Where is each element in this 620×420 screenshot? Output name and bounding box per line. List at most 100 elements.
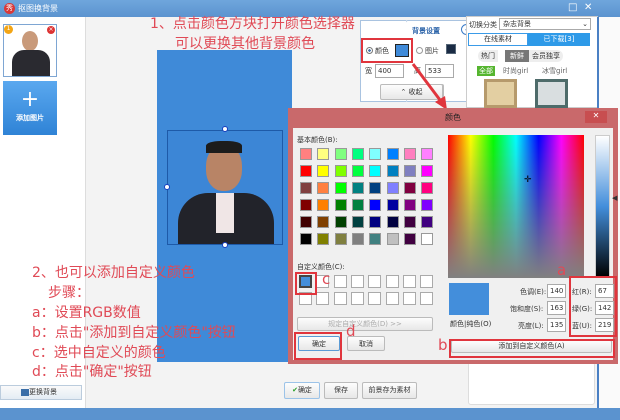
filter-all[interactable]: 全部 — [477, 66, 495, 76]
define-custom-button[interactable]: 规定自定义颜色(D) >> — [297, 317, 433, 331]
picture-icon[interactable] — [446, 44, 456, 54]
basic-color-swatch[interactable] — [386, 182, 399, 194]
subtab-hot[interactable]: 热门 — [478, 50, 498, 62]
basic-color-swatch[interactable] — [386, 233, 399, 245]
confirm-button[interactable]: ✔确定 — [284, 382, 320, 399]
foreground-photo[interactable] — [167, 130, 283, 245]
custom-color-swatch[interactable] — [350, 275, 364, 288]
custom-color-swatch[interactable] — [420, 292, 434, 305]
luminance-slider[interactable] — [595, 135, 610, 278]
image-thumbnail[interactable]: 1 × — [3, 24, 57, 77]
basic-color-swatch[interactable] — [300, 233, 312, 245]
basic-color-swatch[interactable] — [351, 165, 364, 177]
custom-color-swatch[interactable] — [316, 292, 330, 305]
basic-color-swatch[interactable] — [334, 165, 347, 177]
basic-color-swatch[interactable] — [351, 148, 364, 160]
custom-color-swatch[interactable] — [402, 275, 416, 288]
resize-handle-left[interactable] — [164, 184, 170, 190]
basic-color-swatch[interactable] — [351, 199, 364, 211]
basic-color-swatch[interactable] — [386, 148, 399, 160]
custom-color-swatch[interactable] — [368, 292, 382, 305]
basic-color-swatch[interactable] — [369, 199, 382, 211]
basic-color-swatch[interactable] — [421, 165, 434, 177]
replace-background-button[interactable]: 更换背景 — [0, 385, 82, 400]
custom-color-swatch[interactable] — [402, 292, 416, 305]
material-thumb[interactable] — [535, 79, 568, 108]
basic-color-swatch[interactable] — [317, 148, 330, 160]
filter-ice[interactable]: 冰雪girl — [542, 66, 567, 76]
basic-color-swatch[interactable] — [369, 165, 382, 177]
basic-color-swatch[interactable] — [334, 148, 347, 160]
custom-color-swatch[interactable] — [333, 275, 347, 288]
basic-color-swatch[interactable] — [386, 216, 399, 228]
custom-color-swatch[interactable] — [420, 275, 434, 288]
basic-color-swatch[interactable] — [421, 148, 434, 160]
basic-color-swatch[interactable] — [317, 233, 330, 245]
status-bar — [0, 408, 620, 420]
color-spectrum[interactable]: ✛ — [448, 135, 584, 278]
basic-color-swatch[interactable] — [421, 182, 434, 194]
person-head — [22, 31, 38, 51]
basic-color-swatch[interactable] — [403, 216, 416, 228]
basic-color-swatch[interactable] — [300, 182, 312, 194]
resize-handle-top[interactable] — [222, 126, 228, 132]
basic-color-swatch[interactable] — [403, 165, 416, 177]
basic-color-swatch[interactable] — [369, 182, 382, 194]
basic-color-swatch[interactable] — [403, 199, 416, 211]
basic-color-swatch[interactable] — [317, 182, 330, 194]
hue-input[interactable]: 140 — [547, 284, 566, 298]
category-dropdown[interactable]: 杂志背景 ⌄ — [499, 18, 591, 30]
basic-color-swatch[interactable] — [351, 216, 364, 228]
basic-color-swatch[interactable] — [317, 165, 330, 177]
custom-color-swatch[interactable] — [333, 292, 347, 305]
basic-color-swatch[interactable] — [300, 148, 312, 160]
basic-color-swatch[interactable] — [403, 148, 416, 160]
basic-color-swatch[interactable] — [386, 199, 399, 211]
dialog-close-button[interactable]: ✕ — [585, 111, 607, 123]
slider-arrow-icon[interactable]: ◀ — [612, 194, 617, 202]
subtab-new[interactable]: 新鲜 — [505, 50, 529, 62]
custom-color-swatch[interactable] — [368, 275, 382, 288]
sat-input[interactable]: 163 — [547, 301, 566, 315]
annotation-step2-sub: 步骤： — [48, 285, 90, 301]
basic-color-swatch[interactable] — [421, 216, 434, 228]
basic-color-swatch[interactable] — [421, 233, 434, 245]
basic-color-swatch[interactable] — [334, 182, 347, 194]
subtab-vip[interactable]: 会员独享 — [529, 50, 563, 62]
image-radio[interactable] — [416, 47, 423, 54]
save-foreground-button[interactable]: 前景存为素材 — [362, 382, 417, 399]
basic-color-swatch[interactable] — [403, 233, 416, 245]
person-shirt — [216, 193, 234, 233]
tab-online[interactable]: 在线素材 — [468, 33, 528, 46]
basic-color-swatch[interactable] — [369, 233, 382, 245]
basic-color-swatch[interactable] — [317, 199, 330, 211]
basic-color-swatch[interactable] — [351, 182, 364, 194]
resize-handle-bottom[interactable] — [222, 242, 228, 248]
tab-downloaded[interactable]: 已下载[3] — [528, 33, 590, 46]
lum-input[interactable]: 135 — [547, 318, 566, 332]
basic-color-swatch[interactable] — [300, 165, 312, 177]
basic-color-swatch[interactable] — [300, 216, 312, 228]
basic-color-swatch[interactable] — [369, 216, 382, 228]
custom-color-swatch[interactable] — [385, 292, 399, 305]
save-button[interactable]: 保存 — [324, 382, 358, 399]
close-button[interactable]: ✕ — [584, 2, 592, 13]
width-input[interactable]: 400 — [375, 64, 404, 78]
basic-color-swatch[interactable] — [334, 199, 347, 211]
custom-color-swatch[interactable] — [385, 275, 399, 288]
remove-icon[interactable]: × — [47, 26, 55, 34]
material-thumb[interactable] — [484, 79, 517, 108]
basic-color-swatch[interactable] — [351, 233, 364, 245]
basic-color-swatch[interactable] — [386, 165, 399, 177]
filter-fashion[interactable]: 时尚girl — [503, 66, 528, 76]
maximize-button[interactable]: □ — [568, 2, 577, 13]
basic-color-swatch[interactable] — [421, 199, 434, 211]
basic-color-swatch[interactable] — [300, 199, 312, 211]
basic-color-swatch[interactable] — [403, 182, 416, 194]
basic-color-swatch[interactable] — [317, 216, 330, 228]
basic-color-swatch[interactable] — [334, 216, 347, 228]
custom-color-swatch[interactable] — [350, 292, 364, 305]
basic-color-swatch[interactable] — [369, 148, 382, 160]
basic-color-swatch[interactable] — [334, 233, 347, 245]
add-image-button[interactable]: + 添加图片 — [3, 81, 57, 135]
